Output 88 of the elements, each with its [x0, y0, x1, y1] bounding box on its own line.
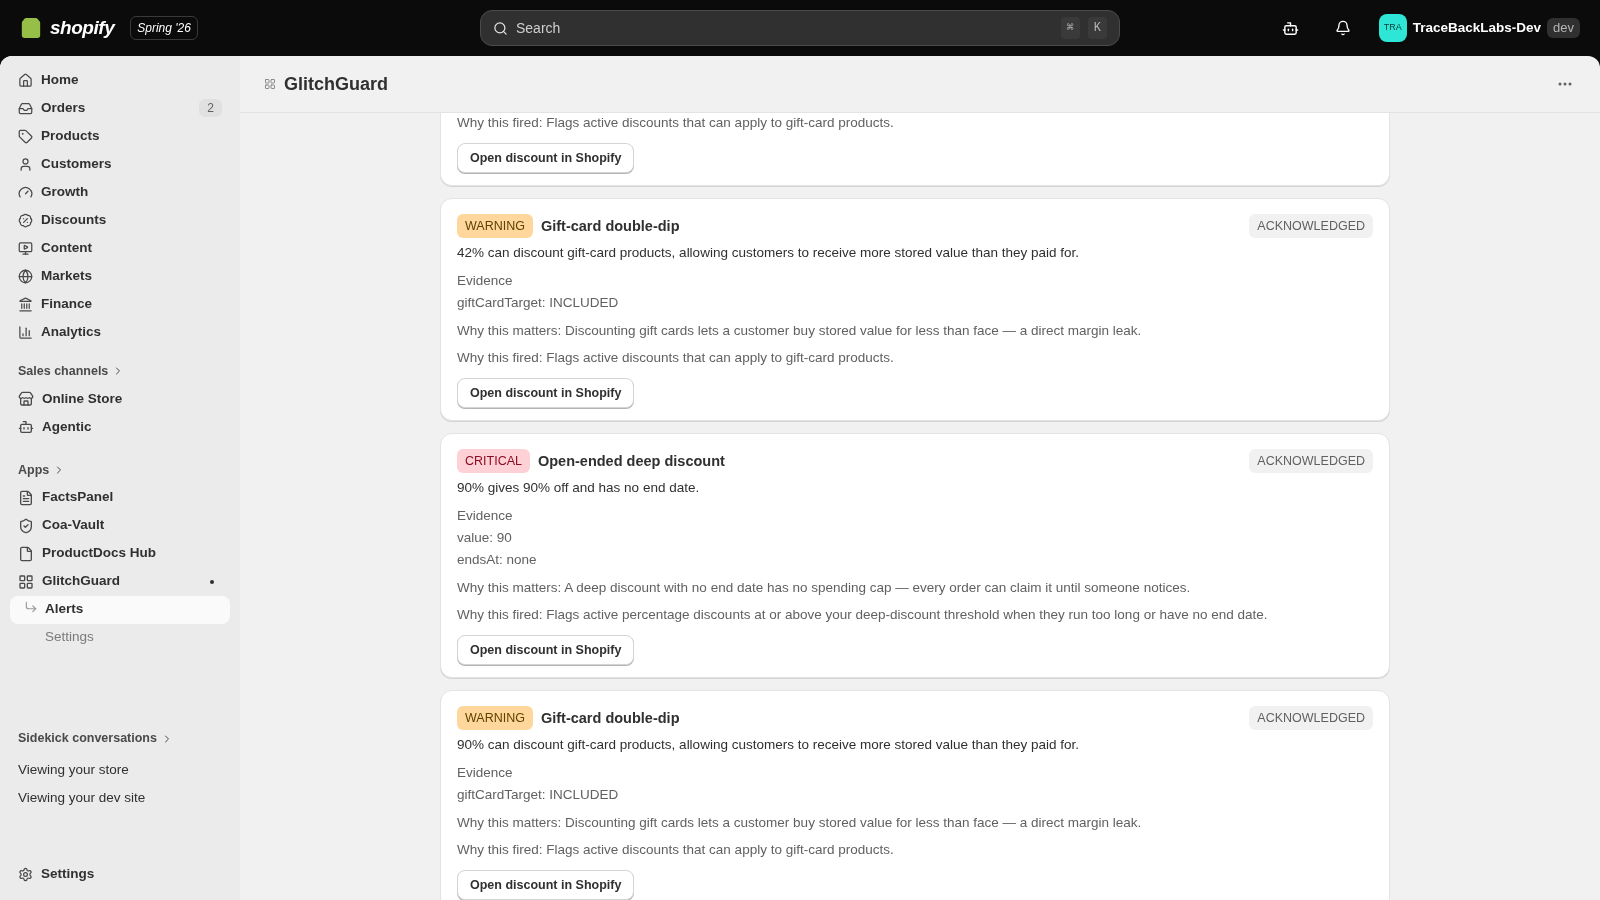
status-badge: ACKNOWLEDGED	[1249, 449, 1373, 473]
conversation-link[interactable]: Viewing your dev site	[10, 784, 230, 812]
evidence-value: value: 90	[457, 529, 513, 547]
store-avatar[interactable]: TRA	[1378, 14, 1407, 42]
search-bar[interactable]: Search ⌘ K	[480, 10, 1120, 46]
brand-logo[interactable]: shopify	[50, 13, 115, 43]
count-badge: 2	[199, 99, 222, 117]
nav-item[interactable]: Agentic	[10, 412, 230, 441]
grid-icon	[18, 573, 34, 590]
nav-item[interactable]: GlitchGuard	[10, 567, 230, 596]
shortcut-key: ⌘	[1060, 17, 1080, 39]
document-icon	[18, 489, 34, 506]
search-icon	[493, 20, 508, 36]
branch-arrow-icon	[24, 599, 38, 614]
open-discount-button[interactable]: Open discount in Shopify	[457, 635, 635, 665]
settings-nav-item[interactable]: Settings	[10, 860, 230, 888]
nav-item[interactable]: Markets	[10, 262, 230, 290]
shortcut-key: K	[1087, 17, 1107, 39]
section-heading[interactable]: Sidekick conversations	[10, 729, 230, 748]
why-fired-text: Why this fired: Flags active percentage discounts at or above your deep-discount threshold when they run too long or have no end date.	[457, 606, 1269, 624]
evidence-value: giftCardTarget: INCLUDED	[457, 294, 620, 312]
nav-item[interactable]: ProductDocs Hub	[10, 539, 230, 568]
evidence-label: Evidence	[457, 272, 514, 290]
edition-tag: Spring '26	[130, 16, 198, 40]
nav-item[interactable]: Finance	[10, 290, 230, 318]
alert-title: Open-ended deep discount	[537, 452, 726, 471]
why-fired-text: Why this fired: Flags active discounts that can apply to gift-card products.	[457, 349, 895, 367]
why-fired-text: Why this fired: Flags active discounts that can apply to gift-card products.	[457, 114, 895, 132]
nav-item[interactable]: Customers	[10, 150, 230, 178]
status-badge: ACKNOWLEDGED	[1249, 214, 1373, 238]
alert-description: 90% gives 90% off and has no end date.	[457, 479, 701, 497]
nav-subitem[interactable]: Alerts	[10, 595, 230, 624]
nav-item[interactable]: FactsPanel	[10, 483, 230, 512]
conversation-link[interactable]: Viewing your store	[10, 756, 230, 784]
severity-badge: CRITICAL	[457, 449, 530, 473]
robot-icon	[1282, 19, 1300, 37]
file-icon	[18, 545, 34, 562]
nav-item[interactable]: Growth	[10, 178, 230, 206]
tag-icon	[18, 128, 33, 144]
why-fired-text: Why this fired: Flags active discounts that can apply to gift-card products.	[457, 841, 895, 859]
alert-title: Gift-card double-dip	[540, 217, 681, 236]
store-icon	[18, 390, 34, 407]
nav-item[interactable]: Online Store	[10, 384, 230, 413]
nav-item[interactable]: Orders 2	[10, 94, 230, 122]
monitor-icon	[18, 240, 33, 256]
nav-subitem[interactable]: Settings	[10, 623, 230, 652]
percent-badge-icon	[18, 212, 33, 228]
nav-item[interactable]: Home	[10, 66, 230, 94]
nav-item[interactable]: Coa-Vault	[10, 511, 230, 540]
alert-description: 42% can discount gift-card products, allowing customers to receive more stored value than they paid for.	[457, 244, 1081, 262]
gauge-icon	[18, 184, 33, 200]
dev-tag: dev	[1547, 18, 1580, 38]
evidence-value: endsAt: none	[457, 551, 538, 569]
why-matters-text: Why this matters: Discounting gift cards lets a customer buy stored value for less than face — a direct margin leak.	[457, 322, 1143, 340]
why-matters-text: Why this matters: Discounting gift cards lets a customer buy stored value for less than face — a direct margin leak.	[457, 814, 1143, 832]
robot-icon	[18, 418, 34, 435]
nav-item[interactable]: Discounts	[10, 206, 230, 234]
bar-chart-icon	[18, 324, 33, 340]
nav-item[interactable]: Products	[10, 122, 230, 150]
status-badge: ACKNOWLEDGED	[1249, 706, 1373, 730]
severity-badge: WARNING	[457, 214, 533, 238]
search-field[interactable]: Search	[516, 17, 1053, 39]
globe-icon	[18, 268, 33, 284]
section-heading[interactable]: Apps	[10, 460, 230, 480]
home-icon	[18, 72, 33, 88]
shield-icon	[18, 517, 34, 534]
bank-icon	[18, 296, 33, 312]
store-name[interactable]: TraceBackLabs-Dev	[1412, 17, 1542, 39]
open-discount-button[interactable]: Open discount in Shopify	[457, 870, 635, 900]
bell-icon	[1334, 20, 1351, 36]
severity-badge: WARNING	[457, 706, 533, 730]
person-icon	[18, 156, 33, 172]
evidence-value: giftCardTarget: INCLUDED	[457, 786, 620, 804]
nav-item[interactable]: Content	[10, 234, 230, 262]
section-heading[interactable]: Sales channels	[10, 362, 230, 381]
open-discount-button[interactable]: Open discount in Shopify	[457, 378, 635, 408]
nav-item[interactable]: Analytics	[10, 318, 230, 346]
app-icon	[264, 78, 276, 90]
gear-icon	[18, 866, 33, 882]
evidence-label: Evidence	[457, 764, 514, 782]
inbox-icon	[18, 100, 33, 116]
alert-title: Gift-card double-dip	[540, 709, 681, 728]
why-matters-text: Why this matters: A deep discount with no end date has no spending cap — every order can claim it until someone notices.	[457, 579, 1192, 597]
alert-description: 90% can discount gift-card products, allowing customers to receive more stored value than they paid for.	[457, 736, 1081, 754]
open-discount-button[interactable]: Open discount in Shopify	[457, 143, 635, 173]
more-icon	[1558, 82, 1572, 86]
evidence-label: Evidence	[457, 507, 514, 525]
page-title: GlitchGuard	[284, 72, 389, 96]
